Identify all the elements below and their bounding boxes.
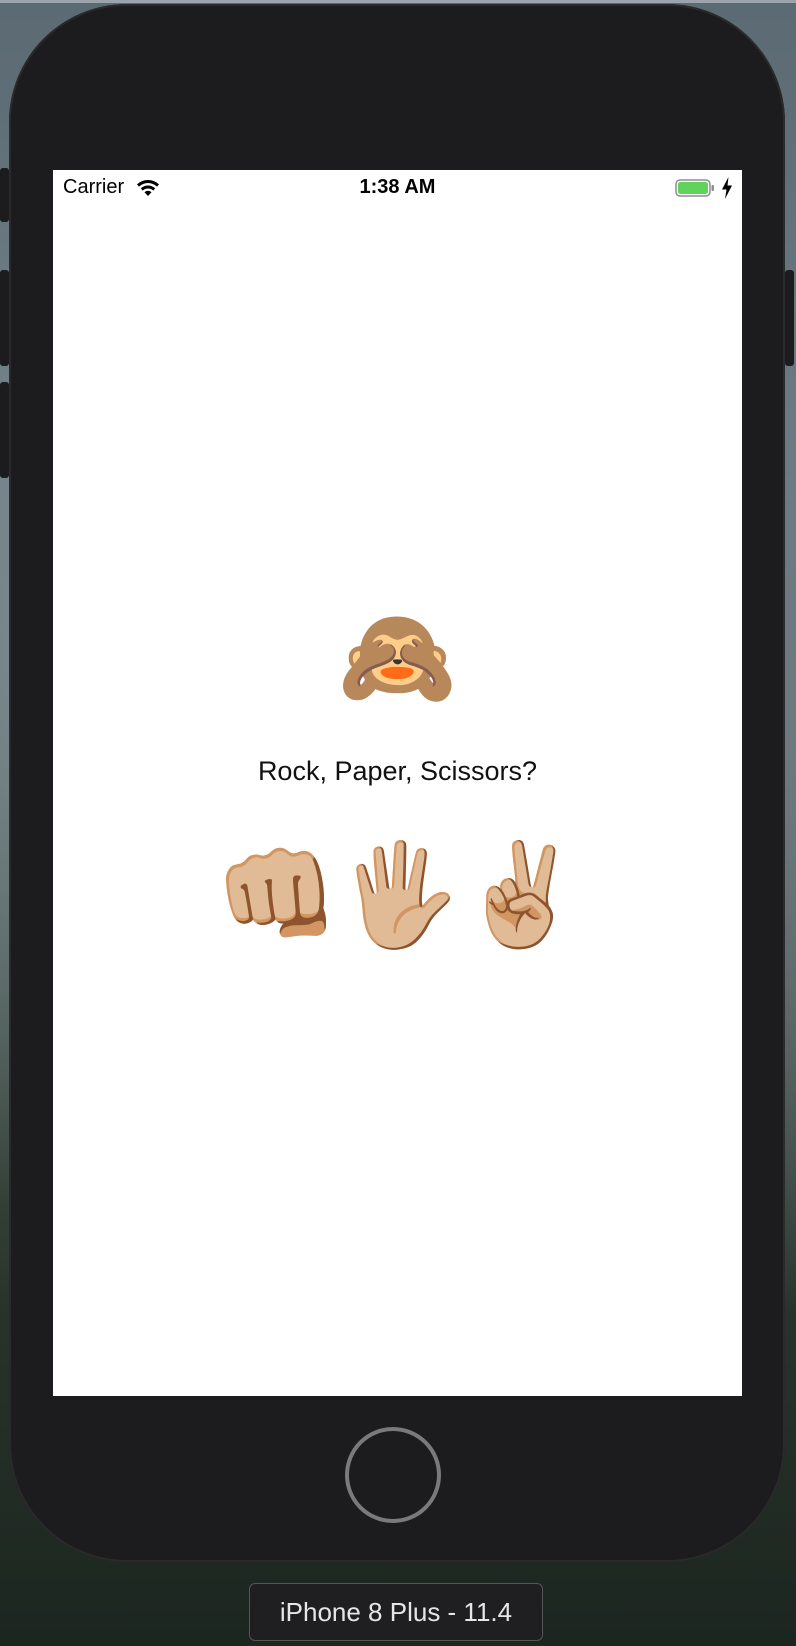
status-time: 1:38 AM [359, 176, 436, 198]
status-bar: Carrier 1:38 AM [53, 170, 742, 210]
home-button[interactable] [345, 1427, 441, 1523]
paper-button[interactable]: 🖐🏼 [337, 830, 462, 960]
simulator-device-label: iPhone 8 Plus - 11.4 [249, 1583, 543, 1641]
window-top-edge [0, 0, 796, 3]
volume-down-button [0, 382, 9, 478]
charging-bolt-icon [722, 177, 732, 199]
scissors-button[interactable]: ✌🏼 [459, 830, 584, 960]
choice-buttons-row: 👊🏼🖐🏼✌🏼 [53, 830, 742, 960]
game-prompt-label: Rock, Paper, Scissors? [257, 756, 538, 786]
volume-up-button [0, 270, 9, 366]
power-button [785, 270, 794, 366]
app-screen: Carrier 1:38 AM 🙈 Rock, Paper, Scissors?… [53, 170, 742, 1396]
mute-switch [0, 168, 9, 222]
see-no-evil-monkey-emoji: 🙈 [337, 604, 458, 711]
battery-icon [675, 179, 714, 197]
rock-button[interactable]: 👊🏼 [215, 830, 340, 960]
